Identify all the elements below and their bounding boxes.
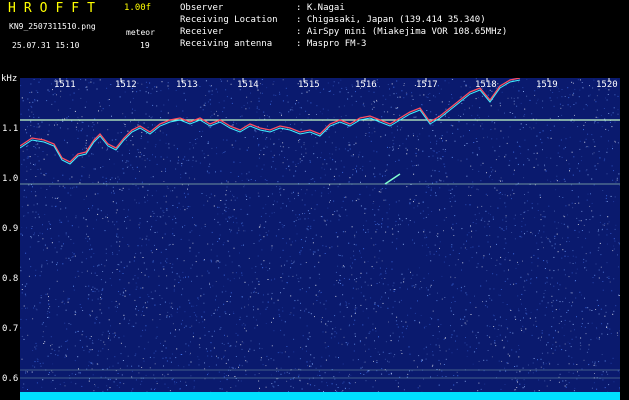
x-tick-label: 1517 [416, 80, 438, 90]
filename-label: KN9_2507311510.png [9, 22, 96, 31]
y-tick-label: 1.1 [2, 124, 19, 134]
baseline-band [20, 392, 620, 400]
location-value: : Chigasaki, Japan (139.414 35.340) [296, 15, 486, 25]
receiver-value: : AirSpy mini (Miakejima VOR 108.65MHz) [296, 27, 508, 37]
antenna-label: Receiving antenna [180, 39, 273, 49]
y-tick-label: 0.6 [2, 374, 19, 384]
y-unit-label: kHz [1, 74, 18, 84]
observer-value: : K.Nagai [296, 3, 345, 13]
receiver-label: Receiver [180, 27, 224, 37]
x-tick-label: 1515 [298, 80, 320, 90]
meteor-label: meteor [126, 28, 155, 37]
x-tick-label: 1518 [475, 80, 497, 90]
x-tick-label: 1514 [237, 80, 259, 90]
spectrogram-plot [20, 78, 620, 400]
datetime-label: 25.07.31 15:10 [12, 41, 80, 50]
y-tick-label: 0.9 [2, 224, 19, 234]
x-tick-label: 1513 [176, 80, 198, 90]
location-label: Receiving Location [180, 15, 278, 25]
app-title: HROFFT [8, 1, 103, 16]
antenna-value: : Maspro FM-3 [296, 39, 367, 49]
meteor-count: 19 [140, 41, 150, 50]
x-tick-label: 1516 [355, 80, 377, 90]
y-tick-label: 1.0 [2, 174, 19, 184]
version-label: 1.00f [124, 3, 152, 13]
y-tick-label: 0.7 [2, 324, 19, 334]
x-tick-label: 1519 [536, 80, 558, 90]
x-tick-label: 1520 [596, 80, 618, 90]
observer-label: Observer [180, 3, 224, 13]
y-tick-label: 0.8 [2, 274, 19, 284]
spectrogram-background [20, 78, 620, 400]
x-tick-label: 1511 [54, 80, 76, 90]
x-tick-label: 1512 [115, 80, 137, 90]
